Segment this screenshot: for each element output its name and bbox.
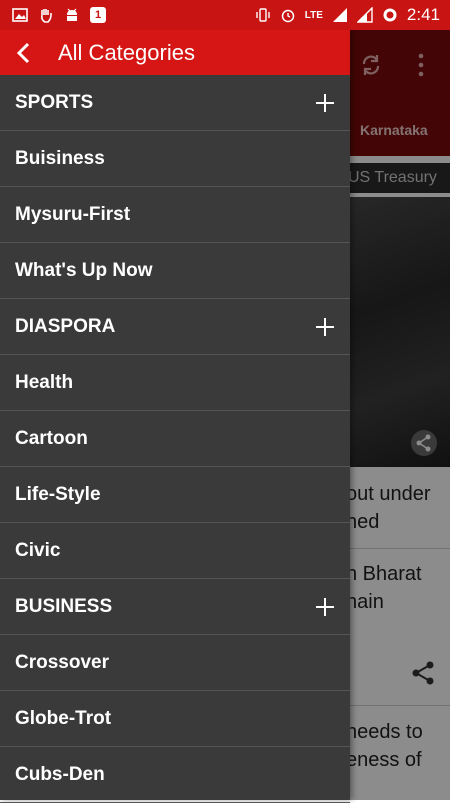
back-button[interactable]: [0, 30, 48, 75]
category-item-crossover[interactable]: Crossover: [0, 635, 350, 691]
hand-notification-icon: [41, 9, 52, 23]
category-item-globe-trot[interactable]: Globe-Trot: [0, 691, 350, 747]
android-notification-icon: [67, 8, 77, 21]
category-item-sports[interactable]: SPORTS: [0, 75, 350, 131]
category-item-what-s-up-now[interactable]: What's Up Now: [0, 243, 350, 299]
gallery-notification-icon: [12, 8, 28, 22]
category-item-cartoon[interactable]: Cartoon: [0, 411, 350, 467]
category-item-diaspora[interactable]: DIASPORA: [0, 299, 350, 355]
expand-plus-icon[interactable]: [315, 93, 335, 113]
category-label: Cartoon: [15, 427, 88, 449]
category-label: BUSINESS: [15, 595, 113, 617]
drawer-title: All Categories: [58, 39, 195, 65]
category-label: What's Up Now: [15, 259, 153, 281]
category-item-health[interactable]: Health: [0, 355, 350, 411]
category-label: Globe-Trot: [15, 707, 112, 729]
category-label: Cubs-Den: [15, 763, 105, 785]
category-label: Life-Style: [15, 483, 101, 505]
back-arrow-icon: [16, 42, 30, 63]
category-item-life-style[interactable]: Life-Style: [0, 467, 350, 523]
category-label: Civic: [15, 539, 61, 561]
signal-icon: [332, 8, 347, 22]
message-notification-icon: 1: [90, 7, 106, 23]
signal-icon-2: [356, 7, 373, 23]
battery-icon: [383, 8, 397, 22]
expand-plus-icon[interactable]: [315, 597, 335, 617]
network-type-label: LTE: [304, 9, 323, 21]
category-label: DIASPORA: [15, 315, 116, 337]
category-item-mysuru-first[interactable]: Mysuru-First: [0, 187, 350, 243]
vibrate-icon: [256, 8, 270, 22]
category-item-business[interactable]: BUSINESS: [0, 579, 350, 635]
navigation-drawer: All Categories SPORTS Buisiness Mysuru-Fir…: [0, 30, 350, 803]
category-label: SPORTS: [15, 91, 94, 113]
category-item-buisiness[interactable]: Buisiness: [0, 131, 350, 187]
category-item-cubs-den[interactable]: Cubs-Den: [0, 747, 350, 803]
category-list: SPORTS Buisiness Mysuru-First What's Up Now…: [0, 75, 350, 803]
category-item-civic[interactable]: Civic: [0, 523, 350, 579]
alarm-icon: [281, 9, 294, 23]
category-label: Mysuru-First: [15, 203, 131, 225]
status-bar: 1 LTE 2:41: [0, 0, 450, 30]
drawer-header: All Categories: [0, 30, 350, 75]
category-label: Health: [15, 371, 74, 393]
expand-plus-icon[interactable]: [315, 317, 335, 337]
category-label: Buisiness: [15, 147, 105, 169]
clock: 2:41: [406, 5, 440, 24]
category-label: Crossover: [15, 651, 109, 673]
